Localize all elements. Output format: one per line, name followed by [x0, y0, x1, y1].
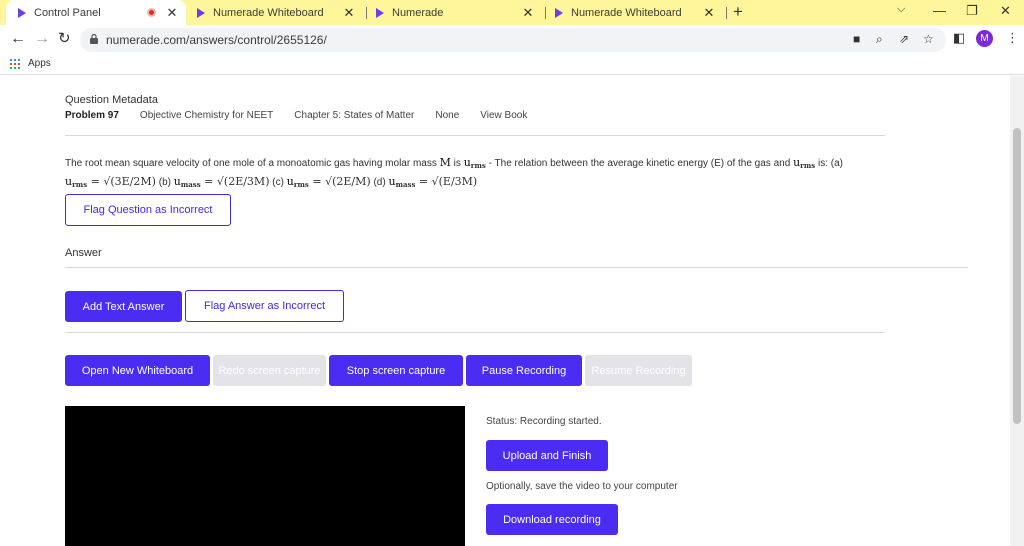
tab-search-chevron-icon[interactable]: ⌵: [897, 3, 905, 16]
reload-icon[interactable]: ↻: [58, 30, 71, 48]
tab-title: Numerade Whiteboard: [213, 6, 324, 19]
status-text: Status: Recording started.: [486, 416, 602, 427]
zoom-icon[interactable]: ⌕: [876, 32, 883, 47]
address-bar[interactable]: numerade.com/answers/control/2655126/ ■ …: [80, 28, 946, 52]
close-tab-icon[interactable]: ✕: [520, 5, 536, 21]
numerade-favicon-icon: [376, 7, 384, 18]
tab-separator: [366, 7, 367, 19]
tab-title: Numerade: [392, 6, 444, 19]
metadata-heading: Question Metadata: [65, 94, 158, 106]
url-text: numerade.com/answers/control/2655126/: [106, 33, 327, 47]
divider: [65, 135, 885, 136]
camera-icon[interactable]: ■: [853, 32, 860, 46]
resume-recording-button[interactable]: Resume Recording: [585, 355, 692, 386]
metadata-row: Problem 97 Objective Chemistry for NEET …: [65, 110, 527, 121]
redo-capture-button[interactable]: Redo screen capture: [213, 355, 326, 386]
answer-heading: Answer: [65, 247, 102, 259]
tab-title: Numerade Whiteboard: [571, 6, 682, 19]
upload-finish-button[interactable]: Upload and Finish: [486, 440, 608, 471]
lock-icon: [90, 34, 98, 44]
apps-grid-icon[interactable]: [10, 59, 20, 69]
share-icon[interactable]: ⇗: [899, 32, 909, 46]
download-recording-button[interactable]: Download recording: [486, 504, 618, 535]
problem-number: Problem 97: [65, 110, 119, 121]
browser-toolbar: ← → ↻ numerade.com/answers/control/26551…: [0, 25, 1024, 55]
flag-question-button[interactable]: Flag Question as Incorrect: [65, 194, 231, 226]
tab-numerade-whiteboard-2[interactable]: Numerade Whiteboard ✕: [551, 0, 723, 25]
numerade-favicon-icon: [555, 7, 563, 18]
flag-answer-button[interactable]: Flag Answer as Incorrect: [185, 290, 344, 322]
side-panel-icon[interactable]: ◧: [953, 30, 965, 46]
numerade-favicon-icon: [197, 7, 205, 18]
tab-separator: [726, 7, 727, 19]
minimize-icon[interactable]: —: [933, 3, 946, 18]
section-value: None: [435, 110, 460, 121]
video-preview: [65, 406, 465, 546]
question-text: The root mean square velocity of one mol…: [65, 156, 843, 189]
forward-icon[interactable]: →: [34, 30, 50, 48]
stop-capture-button[interactable]: Stop screen capture: [329, 355, 463, 386]
divider: [65, 267, 968, 268]
apps-bookmark[interactable]: Apps: [28, 58, 51, 69]
optional-save-text: Optionally, save the video to your compu…: [486, 481, 678, 492]
tab-numerade[interactable]: Numerade ✕: [372, 0, 542, 25]
divider: [65, 332, 885, 333]
scrollbar[interactable]: [1010, 76, 1024, 546]
tab-title: Control Panel: [34, 6, 101, 19]
menu-kebab-icon[interactable]: ⋮: [1006, 30, 1019, 46]
restore-icon[interactable]: ❐: [966, 3, 978, 19]
chapter-title: Chapter 5: States of Matter: [294, 110, 415, 121]
close-tab-icon[interactable]: ✕: [164, 5, 180, 21]
add-text-answer-button[interactable]: Add Text Answer: [65, 291, 182, 322]
pause-recording-button[interactable]: Pause Recording: [466, 355, 582, 386]
bookmarks-bar: Apps: [0, 55, 1024, 75]
new-tab-icon[interactable]: +: [733, 2, 743, 22]
view-book-link[interactable]: View Book: [480, 110, 527, 121]
tab-numerade-whiteboard-1[interactable]: Numerade Whiteboard ✕: [193, 0, 363, 25]
close-window-icon[interactable]: ✕: [1000, 3, 1011, 19]
close-tab-icon[interactable]: ✕: [341, 5, 357, 21]
bookmark-star-icon[interactable]: ☆: [923, 32, 934, 46]
tab-strip: Control Panel ✕ Numerade Whiteboard ✕ Nu…: [0, 0, 1024, 25]
back-icon[interactable]: ←: [10, 30, 26, 48]
recording-indicator-icon: [147, 8, 156, 17]
tab-separator: [545, 7, 546, 19]
tab-control-panel[interactable]: Control Panel ✕: [6, 0, 186, 25]
close-tab-icon[interactable]: ✕: [701, 5, 717, 21]
scrollbar-thumb[interactable]: [1013, 128, 1021, 424]
page-content: Question Metadata Problem 97 Objective C…: [0, 76, 1010, 546]
book-title: Objective Chemistry for NEET: [139, 110, 274, 121]
numerade-favicon-icon: [18, 7, 26, 18]
open-whiteboard-button[interactable]: Open New Whiteboard: [65, 355, 210, 386]
avatar[interactable]: M: [976, 30, 993, 47]
